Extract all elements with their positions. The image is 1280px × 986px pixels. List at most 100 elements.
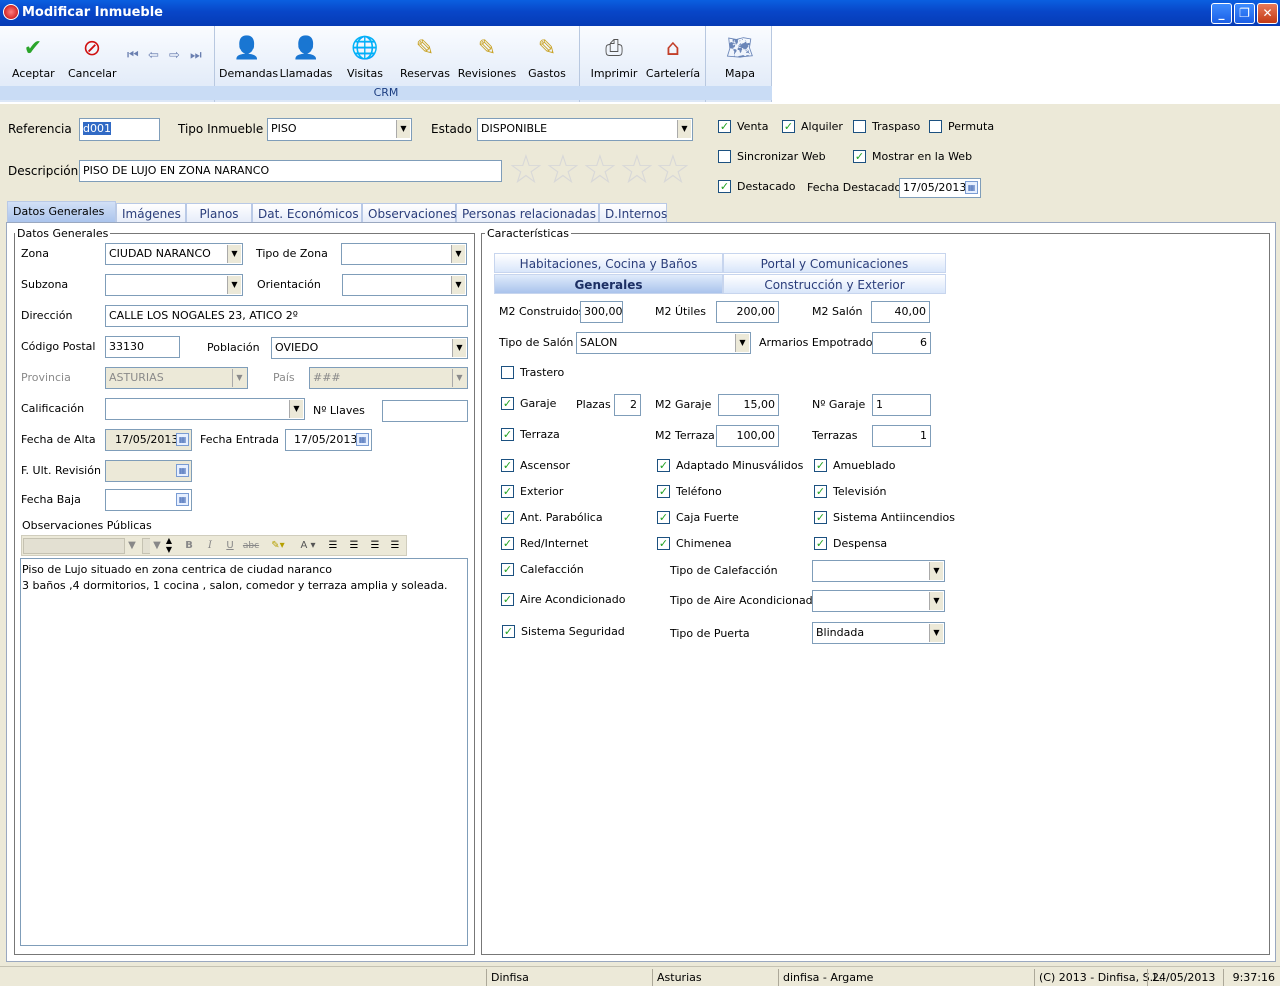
fecha-alta-input[interactable]: 17/05/2013 ▦	[105, 429, 192, 451]
dropdown-arrow-icon[interactable]: ▼	[289, 400, 303, 418]
tab-datos-generales[interactable]: Datos Generales	[7, 201, 116, 223]
seguridad-checkbox[interactable]: ✓	[502, 625, 515, 638]
bold-icon[interactable]: B	[181, 538, 197, 554]
visitas-button[interactable]: 🌐 Visitas	[339, 34, 391, 80]
antiincendios-checkbox[interactable]: ✓	[814, 511, 827, 524]
plazas-input[interactable]: 2	[614, 394, 641, 416]
tab-habitaciones[interactable]: Habitaciones, Cocina y Baños	[494, 253, 723, 273]
accept-button[interactable]: ✔ Aceptar	[12, 34, 55, 80]
imprimir-button[interactable]: ⎙ Imprimir	[588, 34, 640, 80]
last-record-icon[interactable]: ⏭	[190, 48, 202, 63]
m2-construidos-input[interactable]: 300,00	[580, 301, 623, 323]
dropdown-arrow-icon[interactable]: ▼	[396, 120, 410, 138]
aire-checkbox[interactable]: ✓	[501, 593, 514, 606]
fecha-destacado-input[interactable]: 17/05/2013 ▦	[899, 178, 981, 198]
rating-star-2[interactable]: ☆	[545, 150, 581, 190]
calendar-icon[interactable]: ▦	[965, 181, 978, 194]
rating-star-5[interactable]: ☆	[655, 150, 691, 190]
m2-salon-input[interactable]: 40,00	[871, 301, 930, 323]
justify-icon[interactable]: ☰	[386, 538, 404, 554]
tab-planos[interactable]: Planos	[186, 203, 252, 223]
strikethrough-icon[interactable]: abc	[242, 538, 260, 554]
telefono-checkbox[interactable]: ✓	[657, 485, 670, 498]
next-record-icon[interactable]: ⇨	[169, 48, 180, 63]
traspaso-checkbox[interactable]	[853, 120, 866, 133]
dropdown-arrow-icon[interactable]: ▼	[735, 334, 749, 352]
reservas-button[interactable]: ✎ Reservas	[397, 34, 453, 80]
exterior-checkbox[interactable]: ✓	[501, 485, 514, 498]
m2-garaje-input[interactable]: 15,00	[718, 394, 779, 416]
revisiones-button[interactable]: ✎ Revisiones	[457, 34, 517, 80]
parabolica-checkbox[interactable]: ✓	[501, 511, 514, 524]
poblacion-select[interactable]: OVIEDO ▼	[271, 337, 468, 359]
n-garaje-input[interactable]: 1	[872, 394, 931, 416]
tab-observaciones[interactable]: Observaciones	[362, 203, 457, 223]
dropdown-arrow-icon[interactable]: ▼	[929, 592, 943, 610]
direccion-input[interactable]: CALLE LOS NOGALES 23, ATICO 2º	[105, 305, 468, 327]
align-center-icon[interactable]: ☰	[345, 538, 363, 554]
orientacion-select[interactable]: ▼	[342, 274, 467, 296]
sincronizar-web-checkbox[interactable]	[718, 150, 731, 163]
tipo-aire-select[interactable]: ▼	[812, 590, 945, 612]
adaptado-checkbox[interactable]: ✓	[657, 459, 670, 472]
tab-generales[interactable]: Generales	[494, 274, 723, 294]
tipo-zona-select[interactable]: ▼	[341, 243, 467, 265]
gastos-button[interactable]: ✎ Gastos	[521, 34, 573, 80]
maximize-button[interactable]: ❐	[1234, 3, 1255, 24]
mapa-button[interactable]: 🗺 Mapa	[714, 34, 766, 80]
terrazas-input[interactable]: 1	[872, 425, 931, 447]
tipo-salon-select[interactable]: SALON ▼	[576, 332, 751, 354]
prev-record-icon[interactable]: ⇦	[148, 48, 159, 63]
minimize-button[interactable]: _	[1211, 3, 1232, 24]
ascensor-checkbox[interactable]: ✓	[501, 459, 514, 472]
rating-star-1[interactable]: ☆	[508, 150, 544, 190]
permuta-checkbox[interactable]	[929, 120, 942, 133]
dropdown-arrow-icon[interactable]: ▼	[677, 120, 691, 138]
dropdown-arrow-icon[interactable]: ▼	[929, 624, 943, 642]
font-color-icon[interactable]: A ▾	[295, 538, 321, 554]
trastero-checkbox[interactable]	[501, 366, 514, 379]
rating-star-3[interactable]: ☆	[582, 150, 618, 190]
venta-checkbox[interactable]: ✓	[718, 120, 731, 133]
codigo-postal-input[interactable]: 33130	[105, 336, 180, 358]
italic-icon[interactable]: I	[202, 538, 218, 554]
spin-buttons-icon[interactable]: ▲ ▼	[164, 536, 174, 554]
tab-personas-relacionadas[interactable]: Personas relacionadas	[456, 203, 599, 223]
dropdown-arrow-icon[interactable]: ▼	[451, 276, 465, 294]
calendar-icon[interactable]: ▦	[356, 433, 369, 446]
tab-imagenes[interactable]: Imágenes	[116, 203, 186, 223]
tipo-puerta-select[interactable]: Blindada ▼	[812, 622, 945, 644]
dropdown-arrow-icon[interactable]: ▼	[125, 538, 139, 554]
caja-fuerte-checkbox[interactable]: ✓	[657, 511, 670, 524]
align-left-icon[interactable]: ☰	[324, 538, 342, 554]
close-button[interactable]: ✕	[1257, 3, 1278, 24]
dropdown-arrow-icon[interactable]: ▼	[451, 245, 465, 263]
first-record-icon[interactable]: ⏮	[127, 48, 139, 63]
despensa-checkbox[interactable]: ✓	[814, 537, 827, 550]
mostrar-web-checkbox[interactable]: ✓	[853, 150, 866, 163]
calendar-icon[interactable]: ▦	[176, 493, 189, 506]
television-checkbox[interactable]: ✓	[814, 485, 827, 498]
m2-terraza-input[interactable]: 100,00	[716, 425, 779, 447]
terraza-checkbox[interactable]: ✓	[501, 428, 514, 441]
align-right-icon[interactable]: ☰	[366, 538, 384, 554]
fecha-baja-input[interactable]: ▦	[105, 489, 192, 511]
highlight-icon[interactable]: ✎▾	[265, 538, 291, 554]
armarios-input[interactable]: 6	[872, 332, 931, 354]
calefaccion-checkbox[interactable]: ✓	[501, 563, 514, 576]
dropdown-arrow-icon[interactable]: ▼	[150, 538, 164, 554]
m2-utiles-input[interactable]: 200,00	[716, 301, 779, 323]
dropdown-arrow-icon[interactable]: ▼	[227, 245, 241, 263]
underline-icon[interactable]: U	[222, 538, 238, 554]
calendar-icon[interactable]: ▦	[176, 464, 189, 477]
calificacion-select[interactable]: ▼	[105, 398, 305, 420]
dropdown-arrow-icon[interactable]: ▼	[227, 276, 241, 294]
demandas-button[interactable]: 👤 Demandas	[219, 34, 278, 80]
garaje-checkbox[interactable]: ✓	[501, 397, 514, 410]
fecha-entrada-input[interactable]: 17/05/2013 ▦	[285, 429, 372, 451]
tab-construccion[interactable]: Construcción y Exterior	[723, 274, 946, 294]
cancel-button[interactable]: ⊘ Cancelar	[68, 34, 117, 80]
tab-portal[interactable]: Portal y Comunicaciones	[723, 253, 946, 273]
referencia-input[interactable]: d001	[79, 118, 160, 141]
zona-select[interactable]: CIUDAD NARANCO ▼	[105, 243, 243, 265]
